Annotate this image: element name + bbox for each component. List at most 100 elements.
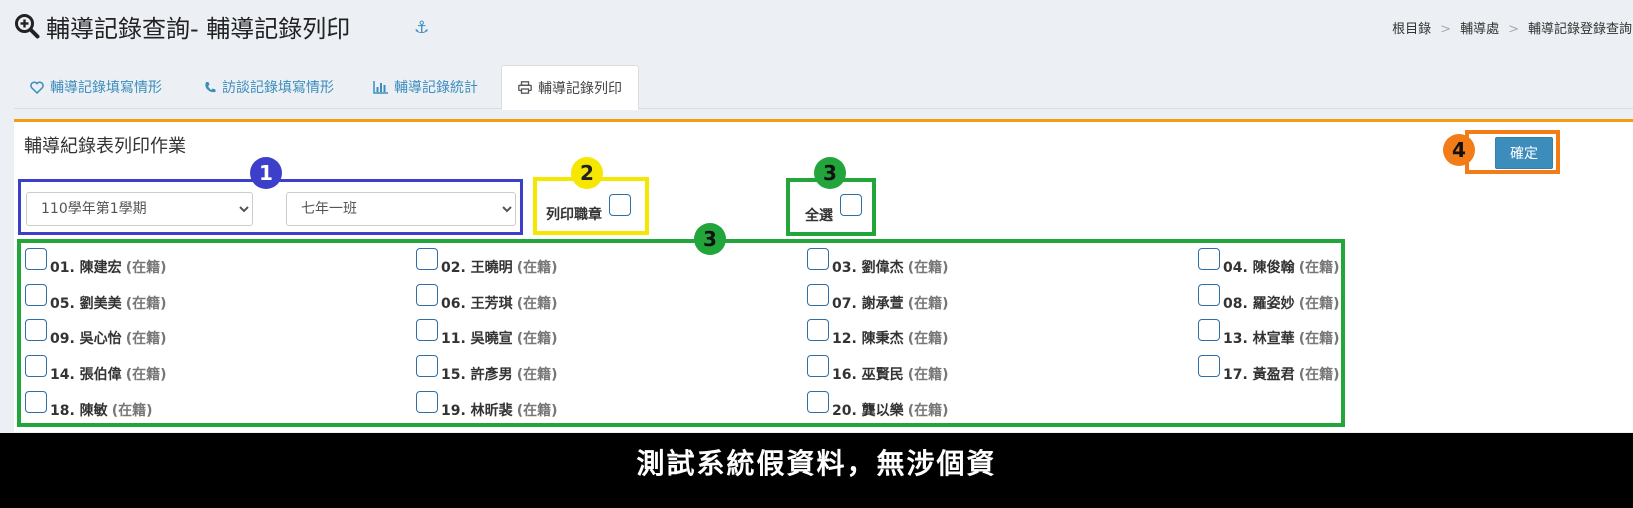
- student-item[interactable]: 07. 謝承萱 (在籍): [807, 284, 948, 312]
- student-name: 01. 陳建宏: [50, 260, 122, 276]
- student-item[interactable]: 15. 許彥男 (在籍): [416, 355, 557, 383]
- student-item[interactable]: 13. 林宣華 (在籍): [1198, 319, 1339, 347]
- student-label: 05. 劉美美 (在籍): [50, 293, 166, 313]
- page-title-wrap: 輔導記錄查詢- 輔導記錄列印: [14, 8, 350, 44]
- student-item[interactable]: 14. 張伯偉 (在籍): [25, 355, 166, 383]
- student-name: 17. 黃盈君: [1223, 367, 1295, 383]
- student-label: 11. 吳曉宣 (在籍): [441, 328, 557, 348]
- student-checkbox[interactable]: [1198, 319, 1220, 341]
- student-status: (在籍): [1298, 367, 1340, 383]
- anchor-icon[interactable]: ⚓: [414, 18, 429, 38]
- student-item[interactable]: 12. 陳秉杰 (在籍): [807, 319, 948, 347]
- tab-record-status[interactable]: 輔導記錄填寫情形: [30, 65, 162, 109]
- student-checkbox[interactable]: [416, 284, 438, 306]
- student-label: 19. 林昕裴 (在籍): [441, 400, 557, 420]
- select-all-checkbox[interactable]: [840, 194, 862, 216]
- student-checkbox[interactable]: [25, 355, 47, 377]
- student-name: 02. 王曉明: [441, 260, 513, 276]
- student-checkbox[interactable]: [1198, 284, 1220, 306]
- tab-statistics-label: 輔導記錄統計: [394, 80, 478, 96]
- breadcrumb-current: 輔導記錄登錄查詢: [1527, 22, 1632, 37]
- student-name: 19. 林昕裴: [441, 403, 513, 419]
- student-status: (在籍): [907, 403, 949, 419]
- student-checkbox[interactable]: [807, 391, 829, 413]
- zoom-in-icon: [15, 14, 40, 39]
- student-checkbox[interactable]: [25, 391, 47, 413]
- student-status: (在籍): [1298, 331, 1340, 347]
- student-name: 12. 陳秉杰: [832, 331, 904, 347]
- student-checkbox[interactable]: [25, 284, 47, 306]
- student-name: 05. 劉美美: [50, 296, 122, 312]
- student-label: 07. 謝承萱 (在籍): [832, 293, 948, 313]
- breadcrumb-root[interactable]: 根目錄: [1392, 22, 1431, 37]
- tab-bar: 輔導記錄填寫情形 訪談記錄填寫情形 輔導記錄統計 輔導記錄列印: [14, 65, 1633, 110]
- student-name: 08. 羅姿妙: [1223, 296, 1295, 312]
- student-name: 18. 陳敏: [50, 403, 108, 419]
- student-item[interactable]: 06. 王芳琪 (在籍): [416, 284, 557, 312]
- breadcrumb-office[interactable]: 輔導處: [1460, 22, 1499, 37]
- student-checkbox[interactable]: [807, 248, 829, 270]
- student-label: 02. 王曉明 (在籍): [441, 257, 557, 277]
- student-status: (在籍): [907, 296, 949, 312]
- student-label: 18. 陳敏 (在籍): [50, 400, 152, 420]
- student-item[interactable]: 09. 吳心怡 (在籍): [25, 319, 166, 347]
- student-item[interactable]: 08. 羅姿妙 (在籍): [1198, 284, 1339, 312]
- semester-select[interactable]: 110學年第1學期: [26, 192, 253, 226]
- student-status: (在籍): [125, 367, 167, 383]
- student-status: (在籍): [907, 331, 949, 347]
- student-item[interactable]: 02. 王曉明 (在籍): [416, 248, 557, 276]
- student-checkbox[interactable]: [1198, 355, 1220, 377]
- tab-print[interactable]: 輔導記錄列印: [501, 65, 639, 110]
- tab-statistics[interactable]: 輔導記錄統計: [373, 65, 478, 109]
- student-checkbox[interactable]: [416, 319, 438, 341]
- print-seal-checkbox[interactable]: [609, 194, 631, 216]
- page-title: 輔導記錄查詢- 輔導記錄列印: [46, 14, 351, 43]
- student-checkbox[interactable]: [807, 319, 829, 341]
- print-seal-label: 列印職章: [546, 207, 602, 223]
- student-item[interactable]: 17. 黃盈君 (在籍): [1198, 355, 1339, 383]
- student-checkbox[interactable]: [416, 248, 438, 270]
- tab-interview-status[interactable]: 訪談記錄填寫情形: [204, 65, 334, 109]
- student-item[interactable]: 03. 劉偉杰 (在籍): [807, 248, 948, 276]
- class-select[interactable]: 七年一班: [286, 192, 516, 226]
- footer-banner: 測試系統假資料，無涉個資: [0, 433, 1633, 508]
- select-all-label: 全選: [805, 208, 833, 224]
- student-checkbox[interactable]: [25, 319, 47, 341]
- student-item[interactable]: 01. 陳建宏 (在籍): [25, 248, 166, 276]
- breadcrumb: 根目錄 > 輔導處 > 輔導記錄登錄查詢: [1392, 22, 1632, 37]
- student-item[interactable]: 04. 陳俊翰 (在籍): [1198, 248, 1339, 276]
- student-name: 07. 謝承萱: [832, 296, 904, 312]
- student-label: 03. 劉偉杰 (在籍): [832, 257, 948, 277]
- confirm-group: 確定: [1465, 130, 1560, 174]
- student-checkbox[interactable]: [807, 284, 829, 306]
- student-name: 09. 吳心怡: [50, 331, 122, 347]
- phone-icon: [205, 81, 216, 92]
- student-status: (在籍): [516, 296, 558, 312]
- student-item[interactable]: 18. 陳敏 (在籍): [25, 391, 152, 419]
- student-name: 15. 許彥男: [441, 367, 513, 383]
- confirm-button[interactable]: 確定: [1495, 137, 1553, 169]
- student-item[interactable]: 11. 吳曉宣 (在籍): [416, 319, 557, 347]
- student-item[interactable]: 05. 劉美美 (在籍): [25, 284, 166, 312]
- student-status: (在籍): [516, 260, 558, 276]
- student-status: (在籍): [1298, 296, 1340, 312]
- student-item[interactable]: 19. 林昕裴 (在籍): [416, 391, 557, 419]
- student-checkbox[interactable]: [1198, 248, 1220, 270]
- student-name: 13. 林宣華: [1223, 331, 1295, 347]
- student-checkbox[interactable]: [416, 355, 438, 377]
- annotation-badge-3a: 3: [814, 157, 846, 189]
- student-checkbox[interactable]: [416, 391, 438, 413]
- student-checkbox[interactable]: [807, 355, 829, 377]
- student-label: 20. 龔以樂 (在籍): [832, 400, 948, 420]
- print-icon: [518, 81, 532, 94]
- student-status: (在籍): [111, 403, 153, 419]
- student-name: 11. 吳曉宣: [441, 331, 513, 347]
- heart-icon: [30, 81, 44, 94]
- student-label: 17. 黃盈君 (在籍): [1223, 364, 1339, 384]
- student-label: 16. 巫賢民 (在籍): [832, 364, 948, 384]
- student-checkbox[interactable]: [25, 248, 47, 270]
- student-label: 08. 羅姿妙 (在籍): [1223, 293, 1339, 313]
- student-status: (在籍): [907, 260, 949, 276]
- student-item[interactable]: 16. 巫賢民 (在籍): [807, 355, 948, 383]
- student-item[interactable]: 20. 龔以樂 (在籍): [807, 391, 948, 419]
